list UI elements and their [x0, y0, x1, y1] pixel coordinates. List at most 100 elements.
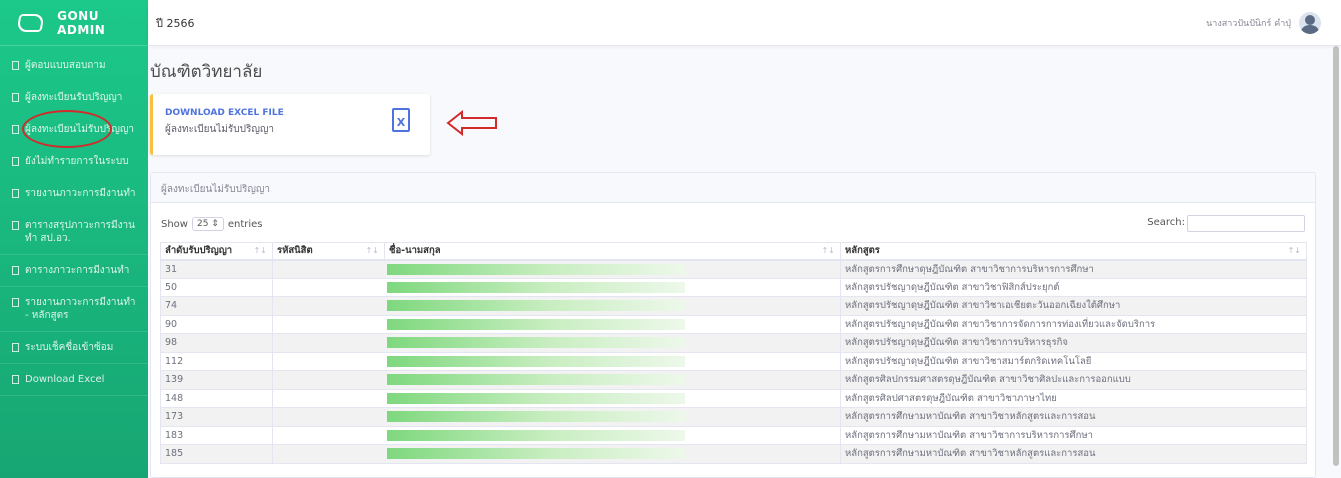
- entries-select[interactable]: 25 ⇕: [191, 217, 224, 231]
- cell-no: 185: [160, 444, 273, 464]
- download-excel-card[interactable]: DOWNLOAD EXCEL FILE ผู้ลงทะเบียนไม่รับปร…: [150, 94, 430, 155]
- sidebar: GONU ADMIN ผู้ตอบแบบสอบถาม ผู้ลงทะเบียนร…: [0, 0, 148, 478]
- download-card-title: DOWNLOAD EXCEL FILE: [165, 108, 284, 118]
- cell-redacted: [272, 314, 841, 334]
- sidebar-item-label: รายงานภาวะการมีงานทำ - หลักสูตร: [25, 297, 136, 321]
- sidebar-item-label: รายงานภาวะการมีงานทำ: [25, 188, 136, 199]
- redaction-bar: [387, 429, 685, 441]
- column-label: หลักสูตร: [845, 245, 880, 257]
- table-row: 173 หลักสูตรการศึกษามหาบัณฑิต สาขาวิชาหลั…: [160, 407, 1307, 427]
- table-row: 98 หลักสูตรปรัชญาดุษฎีบัณฑิต สาขาวิชาการบ…: [160, 333, 1307, 353]
- cell-no: 139: [160, 370, 273, 390]
- redaction-bar: [387, 448, 685, 460]
- cell-redacted: [272, 296, 841, 316]
- column-header-no[interactable]: ลำดับรับปริญญา ↑↓: [160, 242, 273, 261]
- sidebar-item-attendance[interactable]: ระบบเช็คชื่อเข้าซ้อม: [0, 332, 148, 364]
- user-name: นางสาวปันปันิกร์ คำปุ่: [1206, 19, 1291, 29]
- cell-program: หลักสูตรการศึกษามหาบัณฑิต สาขาวิชาการบริ…: [840, 425, 1307, 445]
- table-row: 185 หลักสูตรการศึกษามหาบัณฑิต สาขาวิชาหลั…: [160, 444, 1307, 464]
- sidebar-item-label: ตารางภาวะการมีงานทำ: [25, 265, 130, 276]
- redaction-bar: [387, 318, 685, 330]
- sidebar-item-label: ผู้ตอบแบบสอบถาม: [25, 60, 106, 71]
- annotation-arrow-icon: [446, 110, 497, 136]
- cell-redacted: [272, 351, 841, 371]
- column-label: รหัสนิสิต: [277, 245, 313, 257]
- column-header-name[interactable]: ชื่อ-นามสกุล ↑↓: [384, 242, 841, 261]
- document-icon: [12, 157, 19, 166]
- sidebar-nav: ผู้ตอบแบบสอบถาม ผู้ลงทะเบียนรับปริญญา ผู…: [0, 50, 148, 396]
- card-header: ผู้ลงทะเบียนไม่รับปริญญา: [151, 173, 1315, 203]
- table-row: 50 หลักสูตรปรัชญาดุษฎีบัณฑิต สาขาวิชาฟิสิ…: [160, 277, 1307, 297]
- user-menu[interactable]: นางสาวปันปันิกร์ คำปุ่: [1206, 12, 1321, 34]
- brand-logo-icon: [16, 13, 45, 32]
- sidebar-item-respondents[interactable]: ผู้ตอบแบบสอบถาม: [0, 50, 148, 82]
- sort-icon: ↑↓: [1287, 246, 1301, 255]
- sidebar-item-download-excel[interactable]: Download Excel: [0, 364, 148, 396]
- redaction-bar: [387, 337, 685, 349]
- cell-program: หลักสูตรปรัชญาดุษฎีบัณฑิต สาขาวิชาการจัด…: [840, 314, 1307, 334]
- document-icon: [12, 221, 19, 230]
- cell-program: หลักสูตรการศึกษามหาบัณฑิต สาขาวิชาหลักสู…: [840, 407, 1307, 427]
- sidebar-item-employment-table[interactable]: ตารางภาวะการมีงานทำ: [0, 255, 148, 287]
- cell-redacted: [272, 333, 841, 353]
- cell-program: หลักสูตรปรัชญาดุษฎีบัณฑิต สาขาวิชาฟิสิกส…: [840, 277, 1307, 297]
- brand-title: GONU ADMIN: [57, 8, 106, 37]
- document-icon: [12, 298, 19, 307]
- sidebar-item-label: ผู้ลงทะเบียนรับปริญญา: [25, 92, 123, 103]
- sidebar-item-employment-course[interactable]: รายงานภาวะการมีงานทำ - หลักสูตร: [0, 287, 148, 332]
- topbar: ปี 2566 นางสาวปันปันิกร์ คำปุ่: [148, 0, 1341, 46]
- entries-control: Show 25 ⇕ entries: [161, 217, 263, 231]
- download-card-subtitle: ผู้ลงทะเบียนไม่รับปริญญา: [165, 124, 275, 135]
- cell-program: หลักสูตรศิลปกรรมศาสตรดุษฎีบัณฑิต สาขาวิช…: [840, 370, 1307, 390]
- column-label: ชื่อ-นามสกุล: [389, 245, 441, 257]
- table-row: 31 หลักสูตรการศึกษาดุษฎีบัณฑิต สาขาวิชากา…: [160, 259, 1307, 279]
- redaction-bar: [387, 281, 685, 293]
- sort-icon: ↑↓: [365, 246, 379, 255]
- entries-value: 25: [196, 219, 209, 229]
- sort-asc-icon: ↑↓: [253, 246, 267, 255]
- cell-no: 148: [160, 388, 273, 408]
- show-label: Show: [161, 218, 188, 230]
- cell-no: 74: [160, 296, 273, 316]
- academic-year: ปี 2566: [156, 16, 195, 30]
- excel-file-icon[interactable]: X: [392, 108, 410, 132]
- sidebar-item-employment-summary[interactable]: ตารางสรุปภาวะการมีงานทำ สป.อว.: [0, 210, 148, 255]
- redaction-bar: [387, 374, 685, 386]
- column-header-program[interactable]: หลักสูตร ↑↓: [840, 242, 1307, 261]
- table-row: 183 หลักสูตรการศึกษามหาบัณฑิต สาขาวิชาการ…: [160, 425, 1307, 445]
- sidebar-item-employment-report[interactable]: รายงานภาวะการมีงานทำ: [0, 178, 148, 210]
- cell-redacted: [272, 370, 841, 390]
- table-row: 148 หลักสูตรศิลปศาสตรดุษฎีบัณฑิต สาขาวิชา…: [160, 388, 1307, 408]
- scrollbar[interactable]: [1333, 46, 1339, 466]
- sidebar-item-label: Download Excel: [25, 374, 105, 385]
- cell-redacted: [272, 425, 841, 445]
- brand[interactable]: GONU ADMIN: [0, 0, 148, 46]
- search-input[interactable]: [1187, 215, 1305, 232]
- cell-program: หลักสูตรปรัชญาดุษฎีบัณฑิต สาขาวิชาการบริ…: [840, 333, 1307, 353]
- document-icon: [12, 375, 19, 384]
- redaction-bar: [387, 355, 685, 367]
- document-icon: [12, 343, 19, 352]
- search-label: Search:: [1147, 217, 1185, 228]
- cell-no: 112: [160, 351, 273, 371]
- redaction-bar: [387, 411, 685, 423]
- cell-no: 31: [160, 259, 273, 279]
- sidebar-item-pending[interactable]: ยังไม่ทำรายการในระบบ: [0, 146, 148, 178]
- cell-redacted: [272, 259, 841, 279]
- document-icon: [12, 125, 19, 134]
- sidebar-item-not-registered[interactable]: ผู้ลงทะเบียนไม่รับปริญญา: [0, 114, 148, 146]
- cell-redacted: [272, 277, 841, 297]
- column-label: ลำดับรับปริญญา: [165, 245, 233, 257]
- column-header-student-id[interactable]: รหัสนิสิต ↑↓: [272, 242, 385, 261]
- redaction-bar: [387, 300, 685, 312]
- cell-program: หลักสูตรปรัชญาดุษฎีบัณฑิต สาขาวิชาสมาร์ต…: [840, 351, 1307, 371]
- cell-program: หลักสูตรการศึกษามหาบัณฑิต สาขาวิชาหลักสู…: [840, 444, 1307, 464]
- avatar: [1299, 12, 1321, 34]
- document-icon: [12, 61, 19, 70]
- document-icon: [12, 266, 19, 275]
- table-row: 90 หลักสูตรปรัชญาดุษฎีบัณฑิต สาขาวิชาการจ…: [160, 314, 1307, 334]
- document-icon: [12, 93, 19, 102]
- sidebar-item-label: ผู้ลงทะเบียนไม่รับปริญญา: [25, 124, 135, 135]
- data-table: ลำดับรับปริญญา ↑↓ รหัสนิสิต ↑↓ ชื่อ-นามสกุ…: [160, 242, 1307, 464]
- sidebar-item-registered[interactable]: ผู้ลงทะเบียนรับปริญญา: [0, 82, 148, 114]
